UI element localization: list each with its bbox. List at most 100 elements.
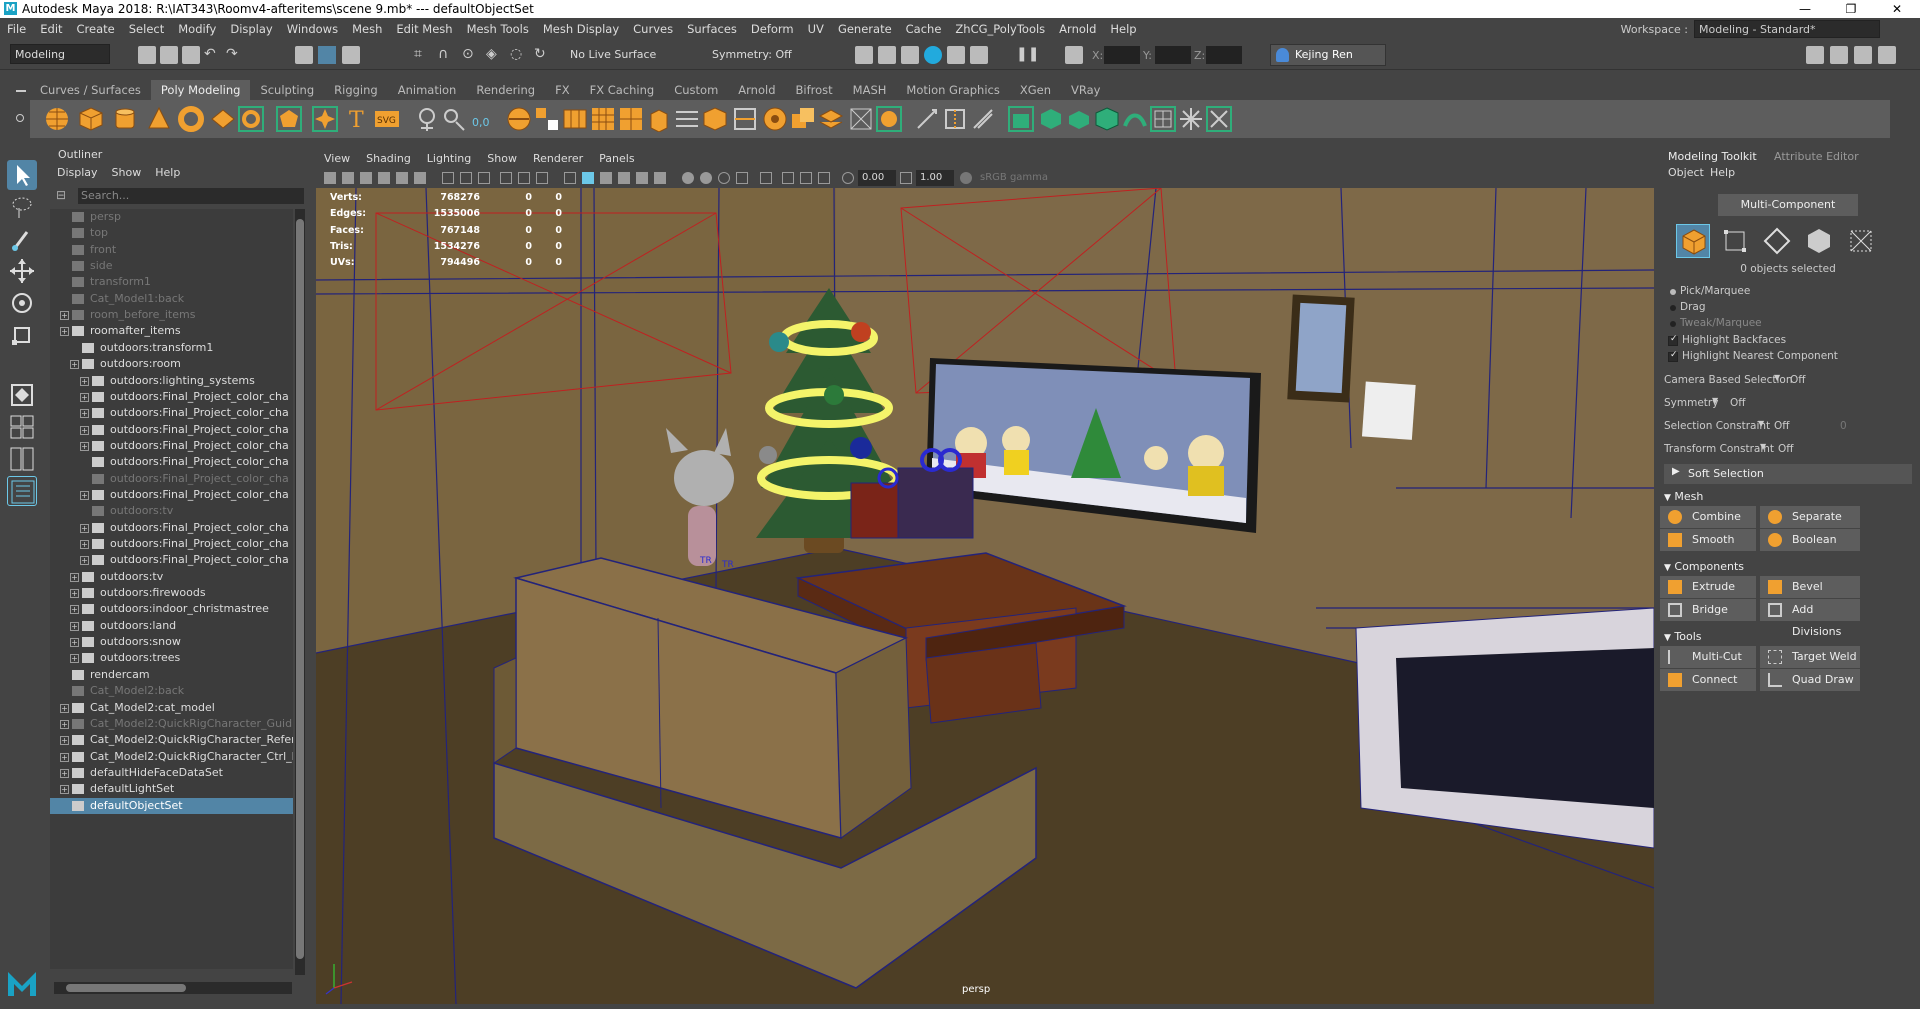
shelf-tab-rigging[interactable]: Rigging [324,80,388,100]
menu-mesh[interactable]: Mesh [345,22,389,36]
viewport-menu-show[interactable]: Show [479,150,525,168]
soft-selection-header[interactable]: ▶ Soft Selection [1664,464,1912,484]
menu-display[interactable]: Display [223,22,279,36]
toggle-layer-editor-icon[interactable] [1878,46,1896,64]
expand-toggle-icon[interactable]: + [70,638,79,648]
xray-components-icon[interactable] [818,172,830,184]
shelf-tab-fx[interactable]: FX [545,80,580,100]
combine-button[interactable]: Combine [1660,506,1756,528]
viewport-3d[interactable]: Verts: 768276 0 0 Edges: 1535006 0 0 Faces: 76714… [316,188,1654,1004]
menu-modify[interactable]: Modify [171,22,223,36]
poly-torus-icon[interactable] [178,106,204,132]
sculpt-tool-icon[interactable] [414,106,440,132]
select-hierarchy-icon[interactable] [295,46,313,64]
reduce-icon[interactable] [1066,106,1092,132]
screen-space-ao-icon[interactable] [682,172,694,184]
snap-curve-icon[interactable]: ∩ [438,46,456,64]
outliner-row[interactable]: + outdoors:snow [50,634,293,650]
tab-attribute-editor[interactable]: Attribute Editor [1774,150,1859,163]
pick-marquee-radio[interactable] [1670,289,1676,295]
tweak-marquee-radio[interactable] [1670,321,1676,327]
expand-toggle-icon[interactable]: + [80,409,89,419]
depth-of-field-icon[interactable] [736,172,748,184]
expand-toggle-icon[interactable]: + [60,311,69,321]
isolate-select-icon[interactable] [760,172,772,184]
snap-view-icon[interactable]: ◈ [486,46,504,64]
viewport-menu-view[interactable]: View [316,150,358,168]
outliner-row[interactable]: outdoors:transform1 [50,340,293,356]
outliner-row[interactable]: + outdoors:Final_Project_color_cha [50,552,293,568]
menu-cache[interactable]: Cache [899,22,949,36]
single-view-layout-icon[interactable] [7,380,37,410]
four-view-layout-icon[interactable] [7,412,37,442]
combine-icon[interactable] [506,106,532,132]
resolution-gate-icon[interactable] [478,172,490,184]
poly-cone-icon[interactable] [146,106,172,132]
expand-toggle-icon[interactable]: + [60,703,69,713]
toolkit-menu-help[interactable]: Help [1710,166,1735,179]
color-management-icon[interactable] [960,172,972,184]
type-tool-icon[interactable]: T [344,106,370,132]
select-tool-icon[interactable] [7,160,37,190]
toolkit-menu-object[interactable]: Object [1668,166,1704,179]
expand-toggle-icon[interactable]: + [80,523,89,533]
mirror-icon[interactable] [1008,106,1034,132]
live-surface-label[interactable]: No Live Surface [570,48,656,61]
redo-icon[interactable]: ↷ [226,46,244,64]
expand-toggle-icon[interactable]: + [80,556,89,566]
selection-constraint-dropdown[interactable]: Selection Constraint [1664,420,1770,432]
poke-icon[interactable] [848,106,874,132]
extrude-icon[interactable] [646,106,672,132]
bridge-button[interactable]: Bridge [1660,599,1756,621]
two-view-layout-icon[interactable] [7,444,37,474]
film-gate-icon[interactable] [460,172,472,184]
motion-blur-icon[interactable] [700,172,712,184]
outliner-row[interactable]: outdoors:Final_Project_color_cha [50,454,293,470]
highlight-backfaces-checkbox[interactable]: ✓ [1668,334,1678,346]
wireframe-on-shaded-icon[interactable] [600,172,612,184]
exposure-field[interactable]: 0.00 [858,170,896,186]
menu-create[interactable]: Create [70,22,122,36]
expand-toggle-icon[interactable]: + [70,654,79,664]
outliner-row[interactable]: + room_before_items [50,307,293,323]
undo-icon[interactable]: ↶ [204,46,222,64]
render-view-icon[interactable] [855,46,873,64]
outliner-menu-show[interactable]: Show [112,166,142,179]
bridge-icon[interactable] [674,106,700,132]
menu-edit[interactable]: Edit [33,22,69,36]
outliner-row[interactable]: + outdoors:Final_Project_color_cha [50,520,293,536]
ipr-render-icon[interactable] [901,46,919,64]
bevel-icon[interactable] [702,106,728,132]
outliner-row[interactable]: persp [50,209,293,225]
bookmarks-icon[interactable] [360,172,372,184]
outliner-row[interactable]: + Cat_Model2:QuickRigCharacter_Ctrl_I [50,749,293,765]
safe-action-icon[interactable] [536,172,548,184]
render-settings-icon[interactable] [924,46,942,64]
image-plane-icon[interactable] [378,172,390,184]
expand-toggle-icon[interactable]: + [80,540,89,549]
snap-grid-icon[interactable]: ⌗ [414,46,432,64]
shelf-tab-motion-graphics[interactable]: Motion Graphics [896,80,1009,100]
target-weld-button[interactable]: Target Weld [1760,646,1860,668]
outliner-row[interactable]: + outdoors:lighting_systems [50,373,293,389]
uv-mode-button[interactable] [1844,224,1878,258]
expand-toggle-icon[interactable]: + [70,360,79,370]
platonic-solid-icon[interactable] [276,106,302,132]
outliner-row[interactable]: outdoors:Final_Project_color_cha [50,471,293,487]
multi-cut-icon[interactable] [914,106,940,132]
outliner-row[interactable]: + Cat_Model2:QuickRigCharacter_Refer [50,732,293,748]
close-button[interactable]: ✕ [1874,0,1920,18]
shelf-tab-bifrost[interactable]: Bifrost [786,80,843,100]
quad-draw-button[interactable]: Quad Draw [1760,669,1860,691]
quad-draw-icon[interactable] [1038,106,1064,132]
pause-icon[interactable]: ❚❚ [1016,46,1039,64]
menu-set-dropdown[interactable]: Modeling [10,44,110,64]
expand-toggle-icon[interactable]: + [60,736,69,746]
exposure-icon[interactable] [842,172,854,184]
menu-mesh-tools[interactable]: Mesh Tools [460,22,536,36]
y-field[interactable] [1155,46,1191,64]
expand-toggle-icon[interactable]: + [80,441,89,451]
face-mode-button[interactable] [1802,224,1836,258]
outliner-vscrollbar[interactable] [295,209,305,975]
components-section-header[interactable]: ▼ Components [1664,560,1744,573]
